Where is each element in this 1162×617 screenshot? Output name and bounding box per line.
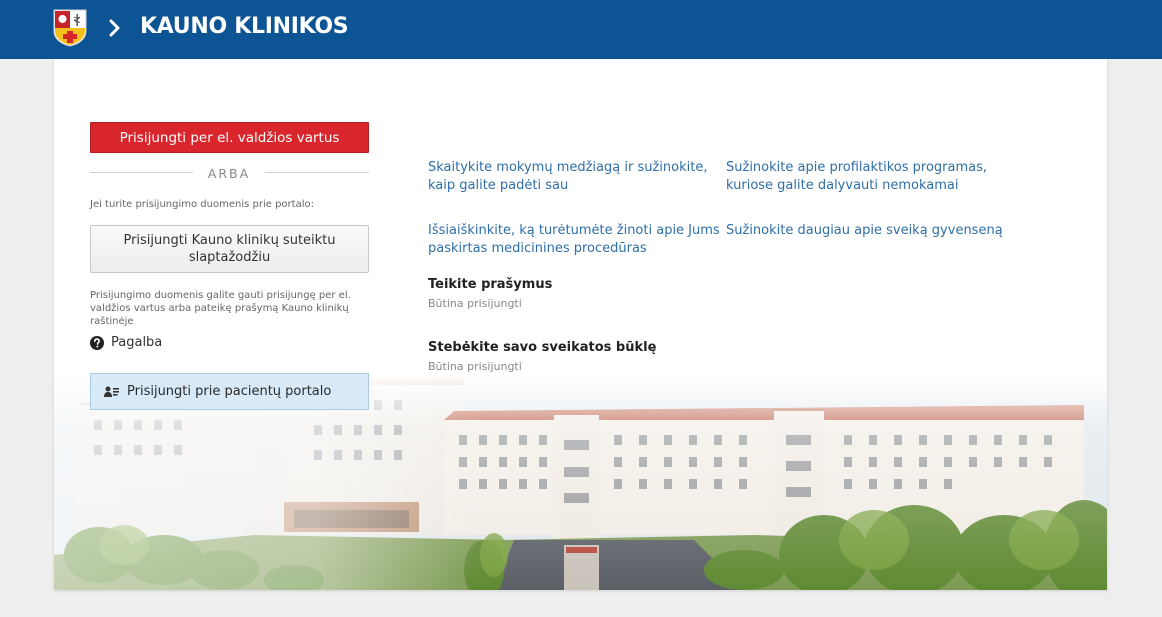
credentials-info-line1: Prisijungimo duomenis galite gauti prisi… (90, 290, 351, 301)
link-learning-materials[interactable]: Skaitykite mokymų medžiagą ir sužinokite… (428, 159, 707, 195)
link-prevention-programs-line1: Sužinokite apie profilaktikos programas, (726, 160, 988, 175)
link-healthy-lifestyle-line1: Sužinokite daugiau apie sveiką gyvenseną (726, 223, 1003, 238)
feature-health-tracking-title: Stebėkite savo sveikatos būklę (428, 340, 657, 355)
chevron-right-icon (109, 19, 120, 37)
gov-login-button[interactable]: Prisijungti per el. valdžios vartus (90, 122, 369, 153)
link-prevention-programs[interactable]: Sužinokite apie profilaktikos programas,… (726, 159, 987, 195)
or-divider-left (90, 172, 193, 173)
link-healthy-lifestyle[interactable]: Sužinokite daugiau apie sveiką gyvenseną (726, 222, 1003, 240)
user-id-icon (104, 386, 119, 397)
patient-portal-button[interactable]: Prisijungti prie pacientų portalo (90, 373, 369, 410)
credentials-info: Prisijungimo duomenis galite gauti prisi… (90, 289, 351, 328)
site-title[interactable]: KAUNO KLINIKOS (140, 14, 349, 39)
main-panel: Prisijungti per el. valdžios vartus ARBA… (54, 59, 1107, 590)
password-login-button-line2: slaptažodžiu (188, 250, 271, 265)
feature-requests-subtitle: Būtina prisijungti (428, 297, 522, 310)
coat-of-arms-icon[interactable] (53, 9, 87, 47)
credentials-info-line3: raštinėje (90, 316, 134, 327)
help-link[interactable]: Pagalba (90, 335, 162, 350)
or-divider-right (265, 172, 369, 173)
question-circle-icon (90, 335, 104, 350)
help-label: Pagalba (111, 335, 163, 350)
credentials-note: Jei turite prisijungimo duomenis prie po… (90, 199, 314, 210)
credentials-info-line2: valdžios vartus arba pateikę prašymą Kau… (90, 303, 349, 314)
feature-health-tracking-subtitle: Būtina prisijungti (428, 360, 522, 373)
password-login-button[interactable]: Prisijungti Kauno klinikų suteiktu slapt… (90, 225, 369, 273)
link-learning-materials-line2: kaip galite padėti sau (428, 178, 569, 193)
patient-portal-label: Prisijungti prie pacientų portalo (127, 384, 332, 399)
link-medical-procedures-line1: Išsiaiškinkite, ką turėtumėte žinoti api… (428, 223, 720, 238)
or-divider-text: ARBA (207, 166, 251, 181)
feature-requests-title: Teikite prašymus (428, 277, 553, 292)
password-login-button-line1: Prisijungti Kauno klinikų suteiktu (123, 233, 336, 248)
link-medical-procedures[interactable]: Išsiaiškinkite, ką turėtumėte žinoti api… (428, 222, 720, 258)
header-bar: KAUNO KLINIKOS (0, 0, 1162, 59)
link-medical-procedures-line2: paskirtas medicinines procedūras (428, 241, 647, 256)
link-learning-materials-line1: Skaitykite mokymų medžiagą ir sužinokite… (428, 160, 708, 175)
link-prevention-programs-line2: kuriose galite dalyvauti nemokamai (726, 178, 959, 193)
